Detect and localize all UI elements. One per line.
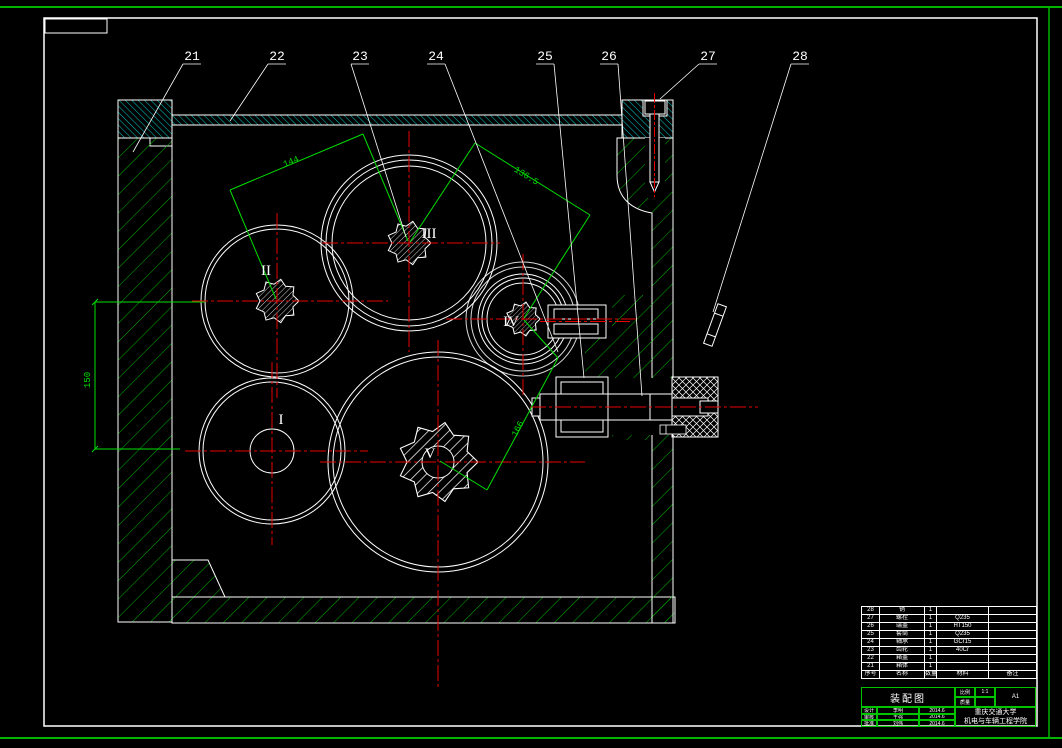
shaft-label-I: I — [279, 412, 284, 428]
callout-23: 23 — [352, 49, 368, 64]
drawing-title: 装配图 — [861, 687, 955, 707]
callout-24: 24 — [428, 49, 444, 64]
leader-lines — [132, 63, 809, 397]
bom-row: 25 套筒 1 Q235 — [861, 630, 1037, 639]
callout-28: 28 — [792, 49, 808, 64]
bom-row: 21 箱体 1 — [861, 662, 1037, 671]
callout-27: 27 — [700, 49, 716, 64]
sign-role-1: 设计 — [861, 707, 877, 714]
cad-drawing-screen: 150 144 136.5 166 21 22 23 24 25 26 27 2… — [0, 0, 1062, 748]
bom-row: 23 齿轮 1 40Cr — [861, 646, 1037, 655]
organization: 重庆交通大学 机电与车辆工程学院 — [955, 707, 1036, 727]
bom-row: 28 销 1 — [861, 606, 1037, 615]
shaft-label-V: V — [425, 446, 436, 462]
bom-row: 22 箱盖 1 — [861, 654, 1037, 663]
sign-name-1: 李明 — [877, 707, 919, 714]
housing-cover — [117, 99, 674, 139]
callout-21: 21 — [184, 49, 200, 64]
org-line-2: 机电与车辆工程学院 — [964, 718, 1027, 725]
sign-role-3: 批准 — [861, 720, 877, 727]
bom-table: 28 销 1 27 螺栓 1 Q235 26 端盖 1 HT150 25 套筒 1 Q235 24 轴承… — [861, 606, 1037, 679]
title-block: 28 销 1 27 螺栓 1 Q235 26 端盖 1 HT150 25 套筒 1 Q235 24 轴承… — [861, 606, 1037, 727]
callout-26: 26 — [601, 49, 617, 64]
callout-22: 22 — [269, 49, 285, 64]
dim-upper: 144 — [282, 154, 301, 170]
sign-name-3: 刘伟 — [877, 720, 919, 727]
sign-date-3: 2014.6 — [919, 720, 955, 727]
sign-date-1: 2014.6 — [919, 707, 955, 714]
sheet-size: A1 — [995, 687, 1036, 707]
bom-row: 26 端盖 1 HT150 — [861, 622, 1037, 631]
dim-lower: 166 — [510, 420, 526, 439]
shaft-label-IV: IV — [503, 314, 519, 330]
dim-middle: 136.5 — [512, 165, 540, 188]
taper-pin — [702, 303, 728, 347]
shaft-label-II: II — [261, 263, 271, 279]
bom-header-row: 序号 名称 数量 材料 备注 — [861, 670, 1037, 679]
bom-row: 27 螺栓 1 Q235 — [861, 614, 1037, 623]
cap-screw — [659, 424, 687, 435]
scale-value: 1:1 — [975, 687, 995, 697]
bom-row: 24 轴承 1 GCr15 — [861, 638, 1037, 647]
org-line-1: 重庆交通大学 — [974, 709, 1017, 716]
callout-25: 25 — [537, 49, 553, 64]
shaft-label-III: III — [422, 226, 437, 242]
scale-label: 比例 — [955, 687, 975, 697]
dim-vertical: 150 — [83, 372, 93, 388]
mass-value — [975, 697, 995, 707]
mass-label: 质量 — [955, 697, 975, 707]
